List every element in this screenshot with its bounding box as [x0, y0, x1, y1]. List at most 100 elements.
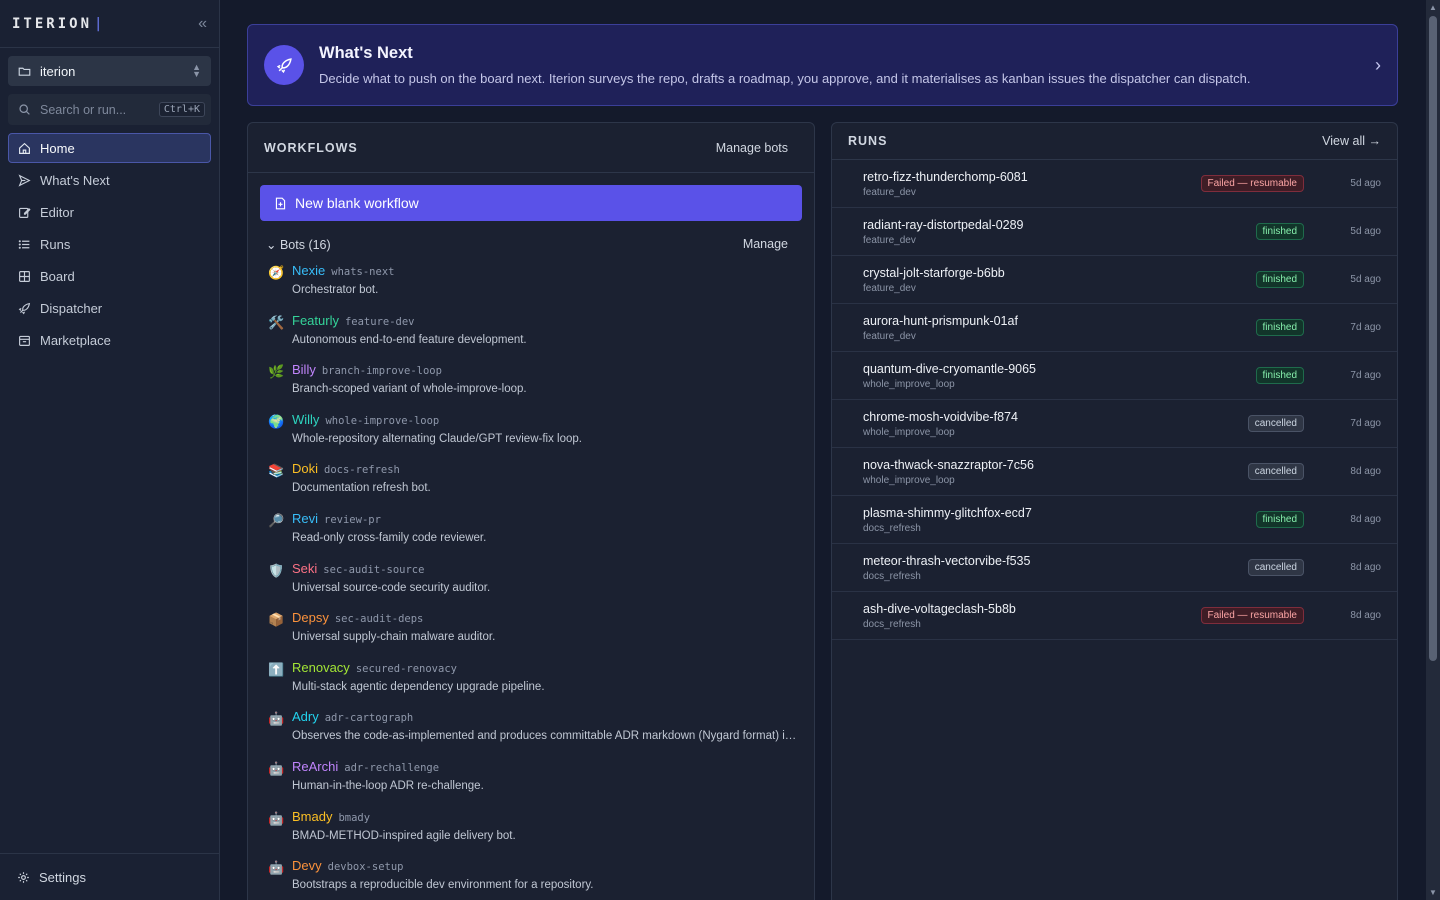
- run-workflow: feature_dev: [863, 282, 916, 294]
- app-logo[interactable]: ITERION |: [12, 16, 102, 32]
- nav-item-whats-next[interactable]: What's Next: [8, 165, 211, 195]
- bot-description: Orchestrator bot.: [292, 284, 379, 296]
- bot-name[interactable]: ReArchi: [292, 759, 338, 774]
- bot-item[interactable]: 🤖 ReArchi adr-rechallenge Human-in-the-loop…: [248, 759, 814, 809]
- bot-slug: branch-improve-loop: [321, 365, 442, 378]
- run-row[interactable]: aurora-hunt-prismpunk-01af feature_dev fin…: [832, 304, 1397, 352]
- bot-avatar-icon: 🌿: [268, 364, 285, 380]
- nav-item-home[interactable]: Home: [8, 133, 211, 163]
- run-row[interactable]: plasma-shimmy-glitchfox-ecd7 docs_refresh…: [832, 496, 1397, 544]
- bot-item[interactable]: ⬆️ Renovacy secured-renovacy Multi-stack ag…: [248, 660, 814, 710]
- bot-item[interactable]: 🛡️ Seki sec-audit-source Universal source-c…: [248, 561, 814, 611]
- manage-bots-link[interactable]: Manage bots: [716, 141, 788, 155]
- run-age: 8d ago: [1350, 466, 1381, 477]
- run-name: plasma-shimmy-glitchfox-ecd7: [863, 505, 1032, 520]
- run-row[interactable]: nova-thwack-snazzraptor-7c56 whole_improv…: [832, 448, 1397, 496]
- nav-item-board[interactable]: Board: [8, 261, 211, 291]
- bot-item[interactable]: 🤖 Devy devbox-setup Bootstraps a reproducib…: [248, 858, 814, 900]
- list-icon: [18, 238, 31, 251]
- nav-item-runs[interactable]: Runs: [8, 229, 211, 259]
- bots-toggle[interactable]: ⌄ Bots (16): [266, 237, 331, 252]
- bot-name[interactable]: Devy: [292, 858, 322, 873]
- bot-description: Observes the code-as-implemented and pro…: [292, 730, 798, 743]
- run-row[interactable]: meteor-thrash-vectorvibe-f535 docs_refres…: [832, 544, 1397, 592]
- nav-item-editor[interactable]: Editor: [8, 197, 211, 227]
- workflows-title: WORKFLOWS: [264, 140, 358, 155]
- bot-item[interactable]: 🛠️ Featurly feature-dev Autonomous end-to-e…: [248, 313, 814, 363]
- run-row[interactable]: retro-fizz-thunderchomp-6081 feature_dev F…: [832, 160, 1397, 208]
- bot-item[interactable]: 🌍 Willy whole-improve-loop Whole-repository…: [248, 412, 814, 462]
- run-row[interactable]: chrome-mosh-voidvibe-f874 whole_improve_l…: [832, 400, 1397, 448]
- manage-link[interactable]: Manage: [743, 237, 788, 251]
- bot-slug: adr-cartograph: [324, 712, 414, 725]
- scroll-down-icon[interactable]: ▼: [1429, 888, 1437, 897]
- bot-item[interactable]: 🤖 Adry adr-cartograph Observes the code-as-…: [248, 709, 814, 759]
- chevron-right-icon: ›: [1375, 54, 1381, 75]
- workspace-selector[interactable]: iterion ▲ ▼: [8, 56, 211, 86]
- bot-description: Universal source-code security auditor.: [292, 581, 491, 594]
- main-content: What's Next Decide what to push on the b…: [220, 0, 1426, 900]
- bot-name[interactable]: Nexie: [292, 263, 325, 278]
- bot-item[interactable]: 🤖 Bmady bmady BMAD-METHOD-inspired agile de…: [248, 809, 814, 859]
- bot-name[interactable]: Depsy: [292, 610, 329, 625]
- status-badge: cancelled: [1247, 559, 1304, 576]
- bot-item[interactable]: 📦 Depsy sec-audit-deps Universal supply-cha…: [248, 610, 814, 660]
- folder-icon: [18, 65, 31, 78]
- status-badge: finished: [1255, 271, 1304, 288]
- settings-label: Settings: [39, 869, 86, 885]
- bot-slug: devbox-setup: [327, 861, 404, 874]
- run-name: crystal-jolt-starforge-b6bb: [863, 265, 1005, 280]
- settings-button[interactable]: Settings: [0, 853, 219, 900]
- bot-description: Documentation refresh bot.: [292, 482, 431, 495]
- whats-next-banner[interactable]: What's Next Decide what to push on the b…: [247, 24, 1398, 106]
- bot-name[interactable]: Willy: [292, 412, 319, 427]
- nav-label: Editor: [40, 204, 74, 220]
- run-age: 7d ago: [1350, 322, 1381, 333]
- bot-name[interactable]: Billy: [292, 362, 316, 377]
- run-row[interactable]: ash-dive-voltageclash-5b8b docs_refresh Fa…: [832, 592, 1397, 640]
- scroll-thumb[interactable]: [1429, 16, 1437, 661]
- home-icon: [18, 142, 31, 155]
- view-all-link[interactable]: View all →: [1322, 134, 1381, 148]
- collapse-sidebar-icon[interactable]: «: [198, 15, 207, 33]
- status-badge: finished: [1255, 223, 1304, 240]
- bot-slug: secured-renovacy: [355, 662, 457, 675]
- bot-name[interactable]: Seki: [292, 561, 317, 576]
- bot-description: BMAD-METHOD-inspired agile delivery bot.: [292, 829, 516, 842]
- bot-name[interactable]: Featurly: [292, 313, 339, 328]
- new-blank-workflow-button[interactable]: New blank workflow: [260, 185, 802, 221]
- bot-item[interactable]: 📚 Doki docs-refresh Documentation refresh b…: [248, 461, 814, 511]
- run-name: nova-thwack-snazzraptor-7c56: [863, 457, 1034, 472]
- search-input[interactable]: [40, 102, 159, 117]
- run-workflow: feature_dev: [863, 234, 916, 246]
- bot-name[interactable]: Renovacy: [292, 660, 350, 675]
- runs-title: RUNS: [848, 134, 888, 148]
- bot-name[interactable]: Revi: [292, 511, 318, 526]
- bot-description: Universal supply-chain malware auditor.: [292, 631, 496, 644]
- runs-panel: RUNS View all → retro-fizz-thunderchomp-…: [831, 122, 1398, 900]
- main-nav: Home What's Next Editor Runs Board Dispa…: [8, 133, 211, 357]
- run-row[interactable]: radiant-ray-distortpedal-0289 feature_dev…: [832, 208, 1397, 256]
- run-name: meteor-thrash-vectorvibe-f535: [863, 553, 1031, 568]
- nav-item-dispatcher[interactable]: Dispatcher: [8, 293, 211, 323]
- page-scrollbar[interactable]: ▲ ▼: [1426, 0, 1440, 900]
- run-row[interactable]: crystal-jolt-starforge-b6bb feature_dev fi…: [832, 256, 1397, 304]
- bot-slug: docs-refresh: [324, 464, 400, 477]
- search-bar[interactable]: Ctrl+K: [8, 94, 211, 125]
- banner-description: Decide what to push on the board next. I…: [319, 71, 1251, 86]
- scroll-up-icon[interactable]: ▲: [1429, 3, 1437, 12]
- run-row[interactable]: quantum-dive-cryomantle-9065 whole_improv…: [832, 352, 1397, 400]
- bot-item[interactable]: 🧭 Nexie whats-next Orchestrator bot.: [248, 263, 814, 313]
- workspace-name: iterion: [40, 63, 76, 79]
- status-badge: Failed — resumable: [1200, 607, 1304, 624]
- bot-name[interactable]: Doki: [292, 461, 318, 476]
- bot-name[interactable]: Bmady: [292, 809, 332, 824]
- bot-item[interactable]: 🌿 Billy branch-improve-loop Branch-scoped v…: [248, 362, 814, 412]
- bot-item[interactable]: 🔎 Revi review-pr Read-only cross-family cod…: [248, 511, 814, 561]
- bot-name[interactable]: Adry: [292, 709, 319, 724]
- bot-list: 🧭 Nexie whats-next Orchestrator bot. 🛠️ Featu…: [248, 263, 814, 900]
- bot-description: Human-in-the-loop ADR re-challenge.: [292, 779, 484, 792]
- nav-item-marketplace[interactable]: Marketplace: [8, 325, 211, 355]
- edit-icon: [18, 206, 31, 219]
- logo-row: ITERION | «: [0, 0, 219, 48]
